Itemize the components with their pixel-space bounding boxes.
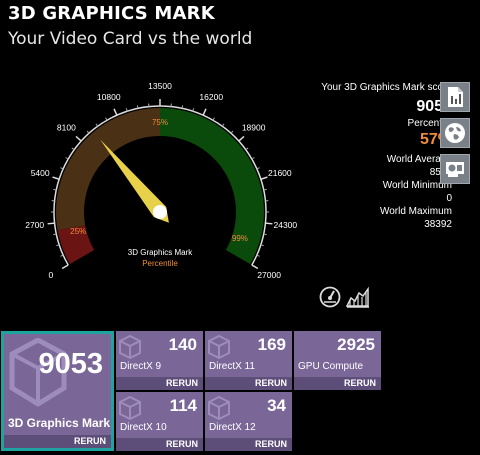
score-stats: Your 3D Graphics Mark score 9053 Percent… [222, 81, 452, 231]
tile-name: DirectX 10 [120, 422, 167, 433]
page-title: 3D GRAPHICS MARK [8, 3, 215, 24]
gauge-center-sublabel: Percentile [142, 259, 178, 268]
tile-value: 140 [168, 335, 197, 354]
gauge-tick-label: 16200 [199, 92, 223, 102]
gauge-tick-label: 8100 [57, 123, 76, 133]
world-minimum-value: 0 [446, 193, 452, 204]
gauge-minor-tick [263, 233, 267, 236]
gauge-tick-label: 2700 [25, 220, 44, 230]
report-icon [448, 87, 463, 107]
gauge-tick [202, 108, 207, 116]
gauge-minor-tick [256, 254, 260, 257]
gauge-percentile-mark: 75% [152, 118, 168, 127]
gauge-tick-label: 0 [49, 270, 54, 280]
gauge-minor-tick [181, 105, 184, 109]
gauge-minor-tick [105, 117, 108, 121]
tile-name: DirectX 9 [120, 361, 162, 372]
chart-view-button[interactable] [346, 285, 370, 309]
gauge-tick [75, 135, 82, 142]
tile-gpu-compute[interactable]: 2925 GPU Compute RERUN [294, 331, 381, 390]
gauge-tick-label: 5400 [31, 168, 50, 178]
tile-name: GPU Compute [298, 361, 364, 372]
page-subtitle: Your Video Card vs the world [8, 29, 253, 49]
gauge-minor-tick [60, 167, 64, 170]
cube-watermark-icon [119, 335, 141, 359]
world-maximum-value: 38392 [424, 219, 452, 230]
percentile-label: Percentile [407, 118, 452, 129]
world-results-button[interactable] [440, 118, 470, 148]
gauge-percentile-mark: 25% [70, 227, 86, 236]
tile-name: DirectX 11 [209, 361, 255, 372]
score-label: Your 3D Graphics Mark score [321, 82, 452, 93]
gauge-minor-tick [53, 233, 57, 236]
gauge-minor-tick [95, 123, 99, 127]
gauge-tick [251, 264, 259, 270]
chart-icon [346, 286, 369, 308]
gauge-tick [113, 108, 118, 116]
gauge-tick [47, 222, 55, 225]
world-maximum-label: World Maximum [379, 206, 452, 217]
gauge-hub [153, 205, 167, 219]
world-average-value: 8506 [222, 166, 452, 179]
tile-value: 34 [267, 396, 286, 415]
tile-directx-9[interactable]: 140 DirectX 9 RERUN [116, 331, 203, 390]
tile-name: DirectX 12 [209, 422, 256, 433]
gauge-tick-label: 13500 [148, 81, 172, 91]
gauge-center-label: 3D Graphics Mark [128, 248, 193, 257]
gauge-minor-tick [65, 157, 69, 160]
gauge-minor-tick [60, 254, 64, 257]
gauge-tick-label: 10800 [97, 92, 121, 102]
tile-value: 169 [257, 335, 286, 354]
video-card-info-button[interactable] [440, 154, 470, 184]
gauge-minor-tick [136, 105, 139, 109]
gauge-percentile-mark: 99% [232, 234, 248, 243]
tile-value: 114 [169, 396, 197, 415]
tile-main-name: 3D Graphics Mark [8, 416, 111, 430]
tile-directx-12[interactable]: 34 DirectX 12 RERUN [205, 392, 292, 451]
gauge-minor-tick [53, 188, 57, 191]
gauge-tick-label: 27000 [257, 270, 281, 280]
cube-watermark-icon [119, 396, 141, 420]
gauge-tick [61, 264, 69, 270]
graphics-card-icon [446, 162, 464, 177]
gauge-icon [319, 286, 341, 308]
tile-directx-10[interactable]: 114 DirectX 10 RERUN [116, 392, 203, 451]
tile-directx-11[interactable]: 169 DirectX 11 RERUN [205, 331, 292, 390]
rerun-button[interactable]: RERUN [294, 377, 381, 390]
rerun-button[interactable]: RERUN [116, 377, 203, 390]
gauge-minor-tick [212, 117, 215, 121]
percentile-value: 57% [419, 131, 452, 148]
gauge-minor-tick [71, 147, 75, 151]
rerun-button[interactable]: RERUN [4, 435, 111, 448]
rerun-button[interactable]: RERUN [205, 438, 292, 451]
gauge-tick [52, 176, 60, 180]
tile-value: 2925 [337, 335, 375, 354]
score-value: 9053 [416, 98, 452, 115]
tile-3d-graphics-mark[interactable]: 9053 3D Graphics Mark RERUN [1, 331, 114, 451]
tile-main-value: 9053 [38, 348, 103, 380]
globe-icon [445, 123, 465, 143]
gauge-minor-tick [86, 130, 90, 134]
gauge-view-button[interactable] [318, 285, 342, 309]
rerun-button[interactable]: RERUN [116, 438, 203, 451]
cube-watermark-icon [208, 396, 230, 420]
rerun-button[interactable]: RERUN [205, 377, 292, 390]
world-average-label: World Average [386, 154, 452, 165]
world-minimum-label: World Minimum [382, 180, 452, 191]
cube-watermark-icon [208, 335, 230, 359]
report-button[interactable] [440, 82, 470, 112]
